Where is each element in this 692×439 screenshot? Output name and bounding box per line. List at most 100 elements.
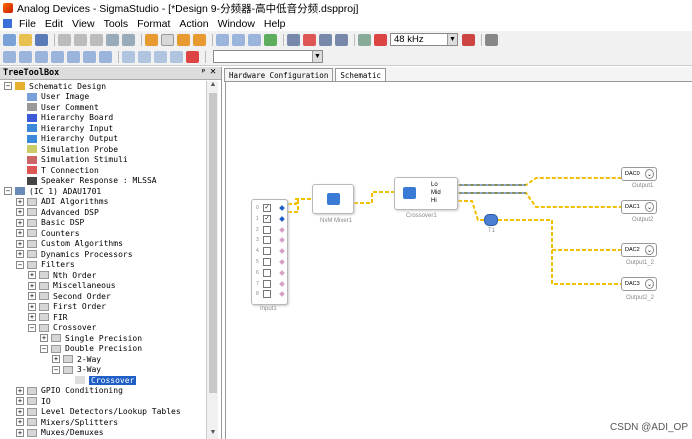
pointer-icon[interactable] (145, 33, 158, 46)
menu-format[interactable]: Format (137, 18, 170, 30)
expand-icon[interactable]: + (16, 239, 24, 248)
expand-icon[interactable]: + (16, 208, 24, 217)
chevron-down-icon[interactable]: ⌄ (645, 279, 654, 289)
input-channel[interactable]: 4 (256, 247, 285, 256)
same-size-icon[interactable] (99, 50, 112, 63)
input-channel[interactable]: 6 (256, 268, 285, 277)
collapse-icon[interactable]: − (40, 344, 48, 353)
tree-item[interactable]: + Single Precision (0, 333, 206, 344)
collapse-icon[interactable]: − (4, 187, 12, 196)
network-icon[interactable] (358, 33, 371, 46)
expand-icon[interactable]: + (16, 250, 24, 259)
tab-hardware-configuration[interactable]: Hardware Configuration (224, 68, 334, 81)
tree-item[interactable]: − Crossover (0, 323, 206, 334)
vertical-scrollbar[interactable]: ▲ ▼ (206, 81, 218, 439)
bring-front-icon[interactable] (122, 50, 135, 63)
tree-item[interactable]: + IO (0, 396, 206, 407)
expand-icon[interactable]: + (28, 271, 36, 280)
stop-icon[interactable] (374, 33, 387, 46)
collapse-icon[interactable]: − (16, 260, 24, 269)
output-pin-icon[interactable] (279, 280, 285, 287)
tab-schematic[interactable]: Schematic (335, 68, 386, 81)
copy-icon[interactable] (74, 33, 87, 46)
align-middle-icon[interactable] (67, 50, 80, 63)
channel-checkbox[interactable] (263, 290, 271, 299)
chevron-down-icon[interactable]: ⌄ (645, 245, 654, 255)
input-channel[interactable]: 3 (256, 236, 285, 245)
tree-item[interactable]: − (IC 1) ADAU1701 (0, 186, 206, 197)
collapse-icon[interactable]: − (4, 82, 12, 91)
expand-icon[interactable]: + (28, 313, 36, 322)
align-right-icon[interactable] (35, 50, 48, 63)
cut-icon[interactable] (58, 33, 71, 46)
compile-icon[interactable] (319, 33, 332, 46)
redo-icon[interactable] (122, 33, 135, 46)
tree-item[interactable]: − Schematic Design (0, 81, 206, 92)
tree-item[interactable]: Hierarchy Board (0, 113, 206, 124)
grid-icon[interactable] (161, 33, 174, 46)
tree-item[interactable]: User Comment (0, 102, 206, 113)
new-icon[interactable] (3, 33, 16, 46)
schematic-canvas[interactable]: 0 ✓ 1 ✓ 2 3 4 5 6 7 8 Input1 NxM Mixer1 Lo Mid Hi … (225, 82, 692, 439)
menu-file[interactable]: File (19, 18, 36, 30)
sample-rate-dropdown[interactable]: 48 kHz ▼ (390, 33, 458, 46)
align-top-icon[interactable] (51, 50, 64, 63)
output-pin-icon[interactable] (279, 291, 285, 298)
input-channel[interactable]: 2 (256, 225, 285, 234)
output-block-dac0[interactable]: DAC0 ⌄ (621, 167, 657, 181)
link-icon[interactable] (287, 33, 300, 46)
collapse-icon[interactable]: − (28, 323, 36, 332)
expand-icon[interactable]: + (16, 229, 24, 238)
menu-edit[interactable]: Edit (45, 18, 63, 30)
output-pin-icon[interactable] (279, 248, 285, 255)
tree-item[interactable]: + GPIO Conditioning (0, 386, 206, 397)
output-pin-icon[interactable] (279, 215, 285, 222)
zoom-icon[interactable] (170, 50, 183, 63)
channel-checkbox[interactable]: ✓ (263, 204, 271, 212)
distribute-icon[interactable] (232, 33, 245, 46)
tree-item[interactable]: Speaker Response : MLSSA (0, 176, 206, 187)
undo-icon[interactable] (106, 33, 119, 46)
tree-item[interactable]: User Image (0, 92, 206, 103)
channel-checkbox[interactable] (263, 247, 271, 256)
expand-icon[interactable]: + (16, 397, 24, 406)
align-bottom-icon[interactable] (83, 50, 96, 63)
group-icon[interactable] (248, 33, 261, 46)
output-pin-icon[interactable] (279, 205, 285, 211)
link-compile-icon[interactable] (264, 33, 277, 46)
tree-item[interactable]: + Second Order (0, 291, 206, 302)
align-center-icon[interactable] (19, 50, 32, 63)
tree-item[interactable]: T Connection (0, 165, 206, 176)
scrollbar-thumb[interactable] (209, 93, 217, 393)
input-channel[interactable]: 7 (256, 279, 285, 288)
scroll-down-icon[interactable]: ▼ (207, 429, 219, 439)
output-pin-icon[interactable] (279, 226, 285, 233)
channel-checkbox[interactable] (263, 268, 271, 277)
add-icon[interactable] (186, 50, 199, 63)
output-block-dac2[interactable]: DAC2 ⌄ (621, 243, 657, 257)
expand-icon[interactable]: + (16, 428, 24, 437)
zoom-dropdown[interactable]: ▼ (213, 50, 323, 63)
output-block-dac1[interactable]: DAC1 ⌄ (621, 200, 657, 214)
expand-icon[interactable]: + (16, 418, 24, 427)
tree-item[interactable]: + Muxes/Demuxes (0, 428, 206, 439)
crossover-block[interactable]: Lo Mid Hi (394, 177, 458, 210)
tree-item[interactable]: − 3-Way (0, 365, 206, 376)
layout-icon[interactable] (177, 33, 190, 46)
tree-item[interactable]: Simulation Stimuli (0, 155, 206, 166)
input-channel[interactable]: 5 (256, 258, 285, 266)
expand-icon[interactable]: + (28, 292, 36, 301)
output-pin-icon[interactable] (279, 259, 285, 265)
expand-icon[interactable]: + (16, 218, 24, 227)
menu-tools[interactable]: Tools (104, 18, 129, 30)
channel-checkbox[interactable] (263, 236, 271, 245)
output-block-dac3[interactable]: DAC3 ⌄ (621, 277, 657, 291)
tree-item[interactable]: Hierarchy Input (0, 123, 206, 134)
close-icon[interactable]: ✕ (210, 66, 216, 77)
tree-item[interactable]: Hierarchy Output (0, 134, 206, 145)
tree-item[interactable]: − Double Precision (0, 344, 206, 355)
menu-view[interactable]: View (72, 18, 95, 30)
collapse-icon[interactable]: − (52, 365, 60, 374)
tools-icon[interactable] (485, 33, 498, 46)
expand-icon[interactable]: + (16, 386, 24, 395)
